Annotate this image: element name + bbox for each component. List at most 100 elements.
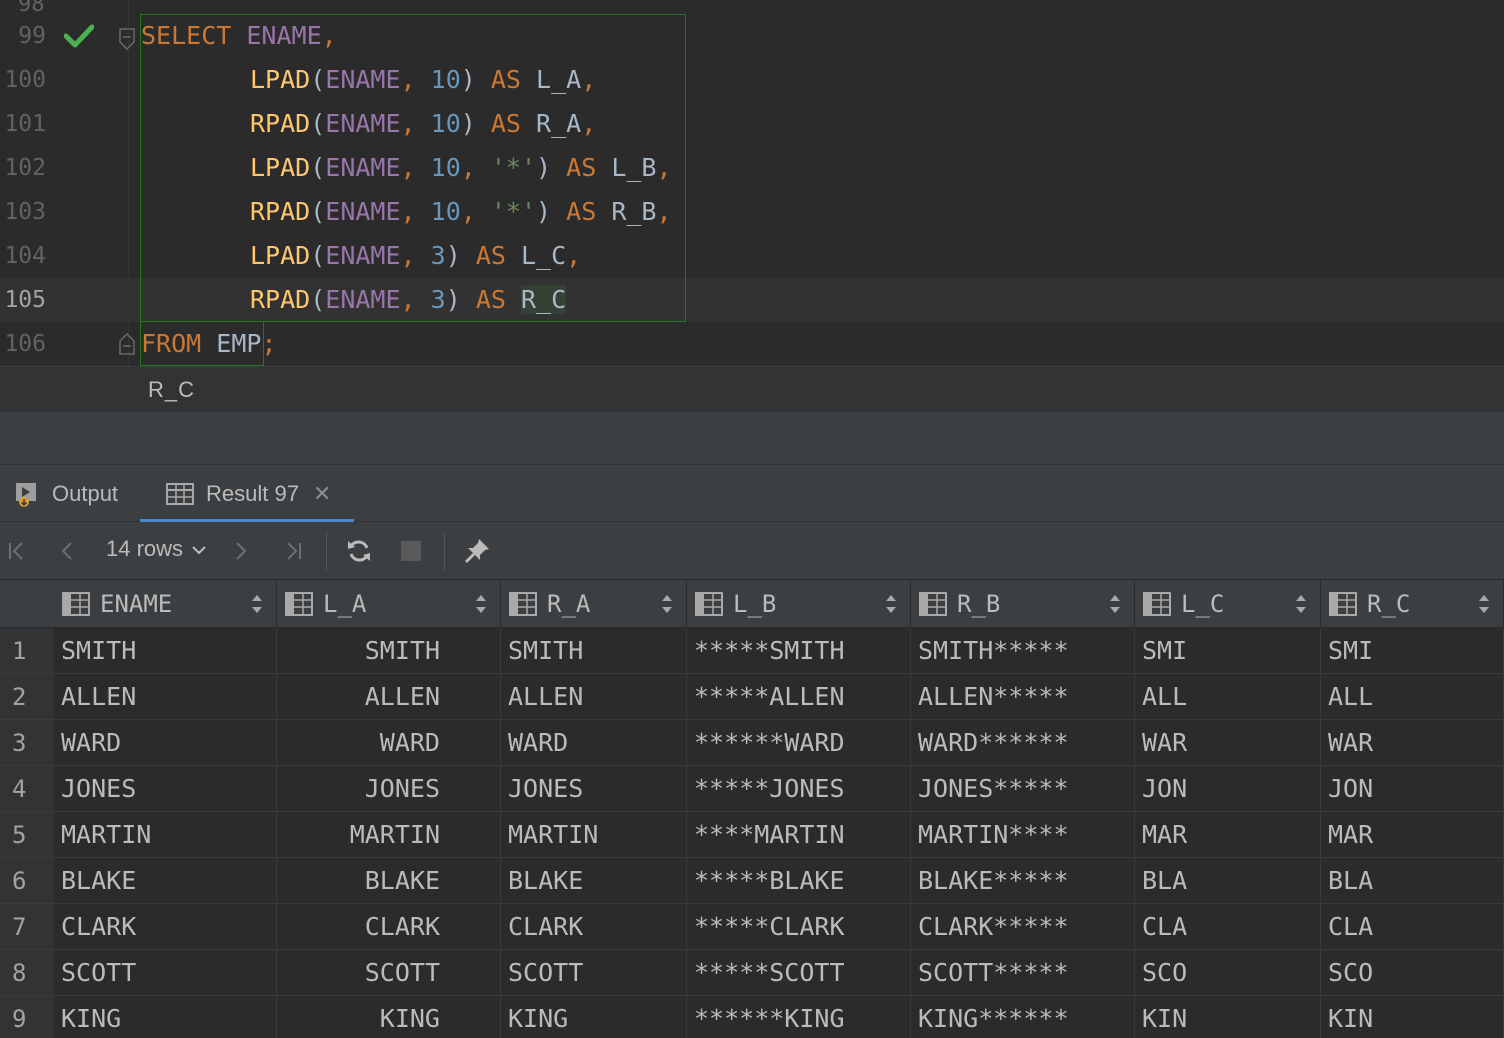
table-cell[interactable]: ******WARD (687, 720, 911, 766)
table-row[interactable]: 3 WARD WARD WARD ******WARD WARD****** WAR WAR (0, 720, 1504, 766)
table-cell[interactable]: CLA (1135, 904, 1321, 950)
sort-icon[interactable] (660, 592, 674, 622)
sort-icon[interactable] (474, 592, 488, 622)
tab-output[interactable]: Output (12, 465, 118, 523)
table-cell[interactable]: JON (1321, 766, 1504, 812)
table-cell[interactable]: JONES (277, 766, 501, 812)
table-cell[interactable]: SCO (1321, 950, 1504, 996)
column-header-r-a[interactable]: R_A (501, 580, 687, 628)
table-cell[interactable]: SCOTT (54, 950, 277, 996)
column-header-r-b[interactable]: R_B (911, 580, 1135, 628)
rows-count-dropdown[interactable]: 14 rows (106, 536, 207, 562)
close-icon[interactable]: ✕ (313, 481, 331, 507)
table-cell[interactable]: MARTIN (501, 812, 687, 858)
table-cell[interactable]: BLA (1135, 858, 1321, 904)
sort-icon[interactable] (884, 592, 898, 622)
sort-icon[interactable] (250, 592, 264, 622)
table-cell[interactable]: *****SMITH (687, 628, 911, 674)
fold-end-icon[interactable] (119, 332, 135, 355)
table-cell[interactable]: *****BLAKE (687, 858, 911, 904)
table-cell[interactable]: SMI (1135, 628, 1321, 674)
last-page-icon[interactable] (278, 536, 308, 566)
next-page-icon[interactable] (226, 536, 256, 566)
column-header-l-a[interactable]: L_A (277, 580, 501, 628)
sort-icon[interactable] (1108, 592, 1122, 622)
table-cell[interactable]: SCOTT (277, 950, 501, 996)
table-row[interactable]: 4 JONES JONES JONES *****JONES JONES***** JON J… (0, 766, 1504, 812)
table-cell[interactable]: ALLEN (501, 674, 687, 720)
table-cell[interactable]: SMITH (54, 628, 277, 674)
table-cell[interactable]: MARTIN (54, 812, 277, 858)
table-cell[interactable]: BLA (1321, 858, 1504, 904)
table-cell[interactable]: ALLEN (277, 674, 501, 720)
table-cell[interactable]: *****ALLEN (687, 674, 911, 720)
table-cell[interactable]: MAR (1135, 812, 1321, 858)
fold-start-icon[interactable] (119, 28, 135, 51)
table-cell[interactable]: ALL (1321, 674, 1504, 720)
stop-icon[interactable] (396, 536, 426, 566)
table-cell[interactable]: CLARK (54, 904, 277, 950)
table-cell[interactable]: BLAKE (54, 858, 277, 904)
table-cell[interactable]: WARD (501, 720, 687, 766)
table-cell[interactable]: SMI (1321, 628, 1504, 674)
table-row[interactable]: 5 MARTIN MARTIN MARTIN ****MARTIN MARTIN**** M… (0, 812, 1504, 858)
previous-page-icon[interactable] (52, 536, 82, 566)
column-header-r-c[interactable]: R_C (1321, 580, 1504, 628)
table-cell[interactable]: KING****** (911, 996, 1135, 1038)
table-cell[interactable]: ****MARTIN (687, 812, 911, 858)
column-header-l-b[interactable]: L_B (687, 580, 911, 628)
table-cell[interactable]: CLA (1321, 904, 1504, 950)
column-header-ename[interactable]: ENAME (54, 580, 277, 628)
table-cell[interactable]: *****SCOTT (687, 950, 911, 996)
table-cell[interactable]: KIN (1321, 996, 1504, 1038)
table-cell[interactable]: KING (54, 996, 277, 1038)
table-cell[interactable]: ALL (1135, 674, 1321, 720)
table-row[interactable]: 8 SCOTT SCOTT SCOTT *****SCOTT SCOTT***** SCO S… (0, 950, 1504, 996)
table-cell[interactable]: SCOTT***** (911, 950, 1135, 996)
table-cell[interactable]: ALLEN***** (911, 674, 1135, 720)
table-cell[interactable]: ******KING (687, 996, 911, 1038)
table-cell[interactable]: BLAKE***** (911, 858, 1135, 904)
table-row[interactable]: 7 CLARK CLARK CLARK *****CLARK CLARK***** CLA C… (0, 904, 1504, 950)
table-cell[interactable]: MAR (1321, 812, 1504, 858)
table-cell[interactable]: WAR (1135, 720, 1321, 766)
table-cell[interactable]: ALLEN (54, 674, 277, 720)
breadcrumb[interactable]: R_C (148, 377, 195, 403)
table-row[interactable]: 9 KING KING KING ******KING KING****** KIN KIN (0, 996, 1504, 1038)
table-cell[interactable]: *****JONES (687, 766, 911, 812)
table-cell[interactable]: SMITH (501, 628, 687, 674)
table-cell[interactable]: JONES***** (911, 766, 1135, 812)
result-grid[interactable]: ENAME L_A R_A L_B R_B L_C R_C 1 SMITH SMITH SMITH… (0, 580, 1504, 1038)
table-cell[interactable]: JONES (54, 766, 277, 812)
table-cell[interactable]: BLAKE (277, 858, 501, 904)
table-cell[interactable]: *****CLARK (687, 904, 911, 950)
table-cell[interactable]: KING (501, 996, 687, 1038)
table-row[interactable]: 2 ALLEN ALLEN ALLEN *****ALLEN ALLEN***** ALL A… (0, 674, 1504, 720)
table-cell[interactable]: KIN (1135, 996, 1321, 1038)
table-cell[interactable]: JONES (501, 766, 687, 812)
table-row[interactable]: 6 BLAKE BLAKE BLAKE *****BLAKE BLAKE***** BLA B… (0, 858, 1504, 904)
sort-icon[interactable] (1477, 592, 1491, 622)
refresh-icon[interactable] (344, 536, 374, 566)
table-cell[interactable]: WARD****** (911, 720, 1135, 766)
table-cell[interactable]: WARD (54, 720, 277, 766)
table-cell[interactable]: CLARK (277, 904, 501, 950)
table-cell[interactable]: SMITH (277, 628, 501, 674)
tab-result[interactable]: Result 97 ✕ (140, 465, 354, 523)
table-cell[interactable]: CLARK (501, 904, 687, 950)
column-header-l-c[interactable]: L_C (1135, 580, 1321, 628)
table-cell[interactable]: SCO (1135, 950, 1321, 996)
sql-editor[interactable]: 98 99 SELECT ENAME, 100 LPAD(ENAME, 10) … (0, 0, 1504, 366)
pin-icon[interactable] (462, 536, 492, 566)
table-cell[interactable]: BLAKE (501, 858, 687, 904)
first-page-icon[interactable] (2, 536, 32, 566)
table-cell[interactable]: SCOTT (501, 950, 687, 996)
table-row[interactable]: 1 SMITH SMITH SMITH *****SMITH SMITH***** SMI S… (0, 628, 1504, 674)
table-cell[interactable]: KING (277, 996, 501, 1038)
table-cell[interactable]: WAR (1321, 720, 1504, 766)
table-cell[interactable]: JON (1135, 766, 1321, 812)
table-cell[interactable]: MARTIN**** (911, 812, 1135, 858)
table-cell[interactable]: CLARK***** (911, 904, 1135, 950)
table-cell[interactable]: SMITH***** (911, 628, 1135, 674)
table-cell[interactable]: WARD (277, 720, 501, 766)
